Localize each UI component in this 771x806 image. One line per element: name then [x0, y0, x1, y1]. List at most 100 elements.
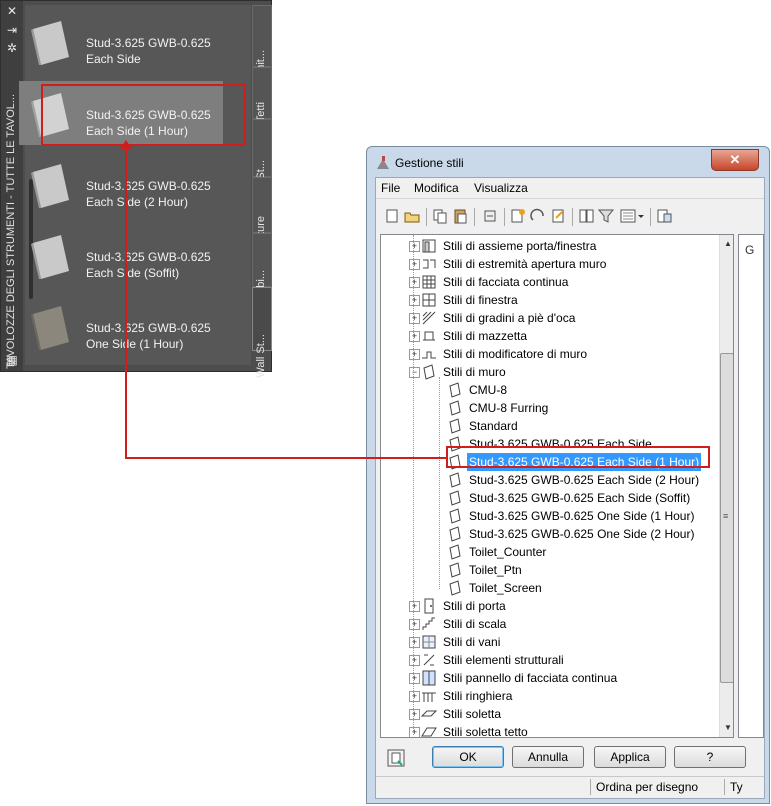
expand-icon[interactable]: +: [409, 637, 420, 648]
new-style-icon[interactable]: [510, 208, 526, 224]
tree-item-category[interactable]: − Stili di muro: [409, 363, 709, 381]
tree-item-category[interactable]: + Stili di modificatore di muro: [409, 345, 709, 363]
callout-box-tree-item: [446, 446, 710, 468]
tree-item-category[interactable]: + Stili di porta: [409, 597, 709, 615]
tree-item-style[interactable]: Stud-3.625 GWB-0.625 One Side (2 Hour): [435, 525, 733, 543]
tree-item-category[interactable]: + Stili soletta: [409, 705, 709, 723]
properties-icon[interactable]: ✲: [5, 41, 19, 55]
tree-item-category[interactable]: + Stili di vani: [409, 633, 709, 651]
tab-door-st[interactable]: Door St...: [252, 119, 272, 206]
properties-tab-label[interactable]: G: [745, 243, 754, 257]
menu-file[interactable]: File: [381, 181, 400, 195]
collapse-icon[interactable]: −: [409, 367, 420, 378]
tree-item-category[interactable]: + Stili soletta tetto: [409, 723, 709, 737]
menu-visualizza[interactable]: Visualizza: [474, 181, 528, 195]
style-item-icon: [449, 382, 461, 398]
tree-item-category[interactable]: + Stili di scala: [409, 615, 709, 633]
tree-item-style[interactable]: Toilet_Counter: [435, 543, 733, 561]
expand-icon[interactable]: +: [409, 673, 420, 684]
tool-wall-one-side-1-hour[interactable]: Stud-3.625 GWB-0.625 One Side (1 Hour): [19, 294, 223, 358]
callout-connector-horizontal: [125, 457, 447, 459]
tree-item-category[interactable]: + Stili di estremità apertura muro: [409, 255, 709, 273]
style-manager-dialog: Gestione stili ✕ File Modifica Visualizz…: [366, 146, 770, 804]
expand-icon[interactable]: +: [409, 727, 420, 737]
expand-icon[interactable]: +: [409, 259, 420, 270]
tree-item-style[interactable]: Stud-3.625 GWB-0.625 Each Side (Soffit): [435, 489, 733, 507]
wall-thumbnail-icon: [31, 21, 69, 65]
expand-icon[interactable]: +: [409, 277, 420, 288]
expand-icon[interactable]: +: [409, 331, 420, 342]
set-from-icon[interactable]: [530, 208, 546, 224]
cancel-button[interactable]: Annulla: [512, 746, 584, 768]
expand-icon[interactable]: +: [409, 295, 420, 306]
expand-icon[interactable]: +: [409, 241, 420, 252]
expand-icon[interactable]: +: [409, 601, 420, 612]
style-manager-help-icon[interactable]: [386, 748, 406, 768]
tab-wall-st[interactable]: Wall St...: [252, 287, 272, 378]
tree-item-label: Stud-3.625 GWB-0.625 One Side (1 Hour): [469, 509, 695, 523]
wall-thumbnail-icon: [31, 164, 69, 208]
scroll-down-icon[interactable]: ▼: [724, 723, 732, 732]
status-type: Ty: [730, 780, 743, 794]
tab-d-finit[interactable]: D_Finit...: [252, 5, 272, 94]
close-icon[interactable]: ✕: [5, 4, 19, 18]
tree-item-category[interactable]: + Stili di facciata continua: [409, 273, 709, 291]
tree-item-category[interactable]: + Stili di mazzetta: [409, 327, 709, 345]
expand-icon[interactable]: +: [409, 313, 420, 324]
style-item-icon: [449, 562, 461, 578]
tree-item-label: Stili di assieme porta/finestra: [443, 239, 597, 253]
expand-icon[interactable]: +: [409, 691, 420, 702]
tree-item-category[interactable]: + Stili elementi strutturali: [409, 651, 709, 669]
door-window-assembly-icon: [422, 239, 436, 253]
autohide-icon[interactable]: ⇥: [5, 23, 19, 37]
scroll-up-icon[interactable]: ▲: [724, 239, 732, 248]
apply-button[interactable]: Applica: [594, 746, 666, 768]
style-tree[interactable]: + Stili di assieme porta/finestra + Stili d…: [380, 234, 734, 738]
expand-icon[interactable]: +: [409, 349, 420, 360]
space-icon: [422, 635, 436, 649]
expand-icon[interactable]: +: [409, 619, 420, 630]
toggle-view-icon[interactable]: [656, 208, 672, 224]
structural-member-icon: [423, 654, 435, 666]
tree-item-category[interactable]: + Stili di finestra: [409, 291, 709, 309]
tab-furniture[interactable]: Furniture: [252, 177, 272, 260]
view-dropdown-icon[interactable]: [620, 208, 644, 224]
menu-modifica[interactable]: Modifica: [414, 181, 459, 195]
tree-item-category[interactable]: + Stili ringhiera: [409, 687, 709, 705]
tree-item-style[interactable]: Stud-3.625 GWB-0.625 One Side (1 Hour): [435, 507, 733, 525]
new-drawing-icon[interactable]: [384, 208, 400, 224]
tree-item-label: Stili di muro: [443, 365, 506, 379]
tree-item-style[interactable]: CMU-8 Furring: [435, 399, 733, 417]
expand-icon[interactable]: +: [409, 655, 420, 666]
tool-wall-each-side[interactable]: Stud-3.625 GWB-0.625 Each Side: [19, 9, 223, 73]
tree-item-category[interactable]: + Stili di assieme porta/finestra: [409, 237, 709, 255]
close-button[interactable]: ✕: [711, 149, 759, 171]
tree-item-category[interactable]: + Stili pannello di facciata continua: [409, 669, 709, 687]
expand-icon[interactable]: +: [409, 709, 420, 720]
copy-icon[interactable]: [432, 208, 448, 224]
purge-styles-icon[interactable]: [482, 208, 498, 224]
open-drawing-icon[interactable]: [404, 208, 420, 224]
compare-icon[interactable]: [578, 208, 594, 224]
help-button[interactable]: ?: [674, 746, 746, 768]
tree-item-style[interactable]: CMU-8: [435, 381, 733, 399]
tree-item-style[interactable]: Standard: [435, 417, 733, 435]
tool-wall-each-side-soffit[interactable]: Stud-3.625 GWB-0.625 Each Side (Soffit): [19, 223, 223, 287]
stair-icon: [422, 617, 435, 630]
ok-button[interactable]: OK: [432, 746, 504, 768]
style-properties-pane[interactable]: G: [738, 234, 764, 738]
tab-plumbi[interactable]: Plumbi...: [252, 233, 272, 313]
filter-icon[interactable]: [598, 208, 614, 224]
tree-item-label: Stili di facciata continua: [443, 275, 569, 289]
tool-wall-each-side-2-hour[interactable]: Stud-3.625 GWB-0.625 Each Side (2 Hour): [19, 152, 223, 216]
tree-item-label: Stili di estremità apertura muro: [443, 257, 607, 271]
tree-item-style[interactable]: Stud-3.625 GWB-0.625 Each Side (2 Hour): [435, 471, 733, 489]
paste-icon[interactable]: [452, 208, 468, 224]
tree-item-category[interactable]: + Stili di gradini a piè d'oca: [409, 309, 709, 327]
wall-style-icon: [423, 364, 435, 380]
tab-d-tetti[interactable]: D_Tetti: [252, 67, 272, 136]
tree-item-style[interactable]: Toilet_Screen: [435, 579, 733, 597]
edit-style-icon[interactable]: [550, 208, 566, 224]
railing-icon: [422, 692, 436, 702]
tree-item-style[interactable]: Toilet_Ptn: [435, 561, 733, 579]
